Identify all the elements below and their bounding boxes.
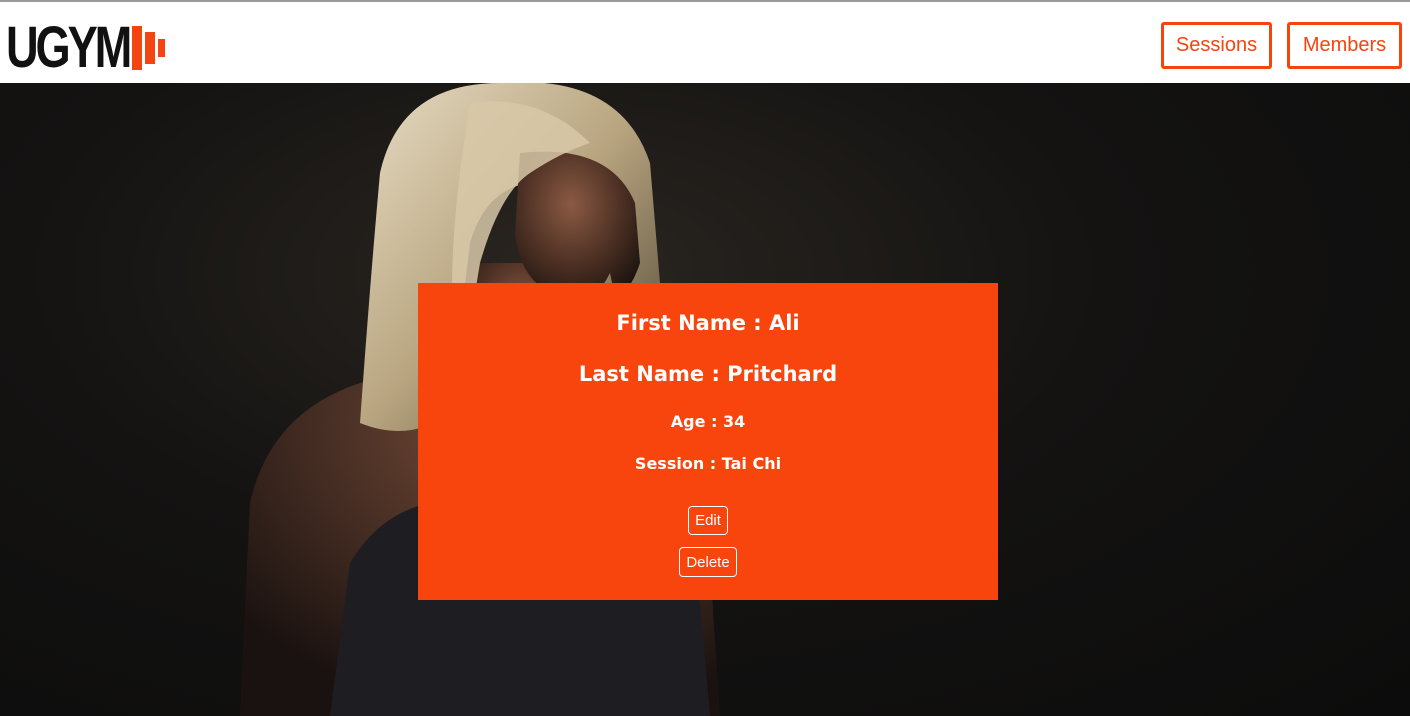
logo-text: UGYM — [6, 15, 132, 80]
members-nav-button[interactable]: Members — [1287, 22, 1402, 69]
member-detail-card: First Name : Ali Last Name : Pritchard A… — [418, 283, 998, 600]
site-header: UGYM Sessions Members — [0, 2, 1410, 83]
last-name-text: Last Name : Pritchard — [578, 362, 838, 386]
session-text: Session : Tai Chi — [634, 454, 782, 473]
sessions-nav-button[interactable]: Sessions — [1161, 22, 1272, 69]
age-text: Age : 34 — [670, 412, 746, 431]
delete-button[interactable]: Delete — [679, 547, 737, 577]
edit-button[interactable]: Edit — [688, 506, 728, 535]
ugym-logo[interactable]: UGYM — [6, 15, 165, 80]
logo-bars-icon — [132, 26, 165, 70]
first-name-text: First Name : Ali — [616, 311, 800, 335]
